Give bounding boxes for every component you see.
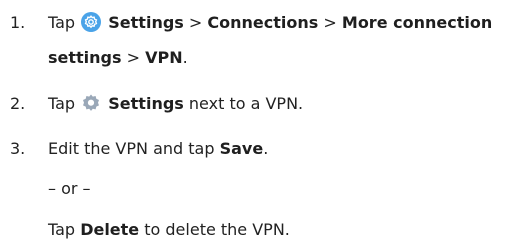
delete-label: Delete [80,220,140,239]
settings-gear-icon [83,94,100,111]
step-text-rest: to delete the VPN. [144,220,290,239]
step-text: Tap [48,13,76,32]
instructions-page: 1. Tap Settings > Connections > More con… [0,0,523,245]
step-number: 1. [10,13,26,32]
period: . [263,139,269,158]
step-text-rest: next to a VPN. [188,94,304,113]
or-text: – or – [48,179,91,198]
period: . [182,48,188,67]
more-connection-label: More connection [341,13,493,32]
separator: > [323,13,337,32]
connections-label: Connections [207,13,319,32]
separator: > [126,48,141,67]
save-label: Save [219,139,264,158]
settings-label: Settings [108,94,184,113]
settings-gear-icon [81,12,102,32]
step-number: 3. [10,139,26,158]
settings-label: Settings [108,13,184,32]
step-number: 2. [10,94,26,113]
settings-label-cont: settings [48,48,122,67]
vpn-label: VPN [145,48,183,67]
step-text: Edit the VPN and tap [48,139,215,158]
step-text: Tap [48,220,76,239]
step-text: Tap [48,94,76,113]
separator: > [188,13,203,32]
